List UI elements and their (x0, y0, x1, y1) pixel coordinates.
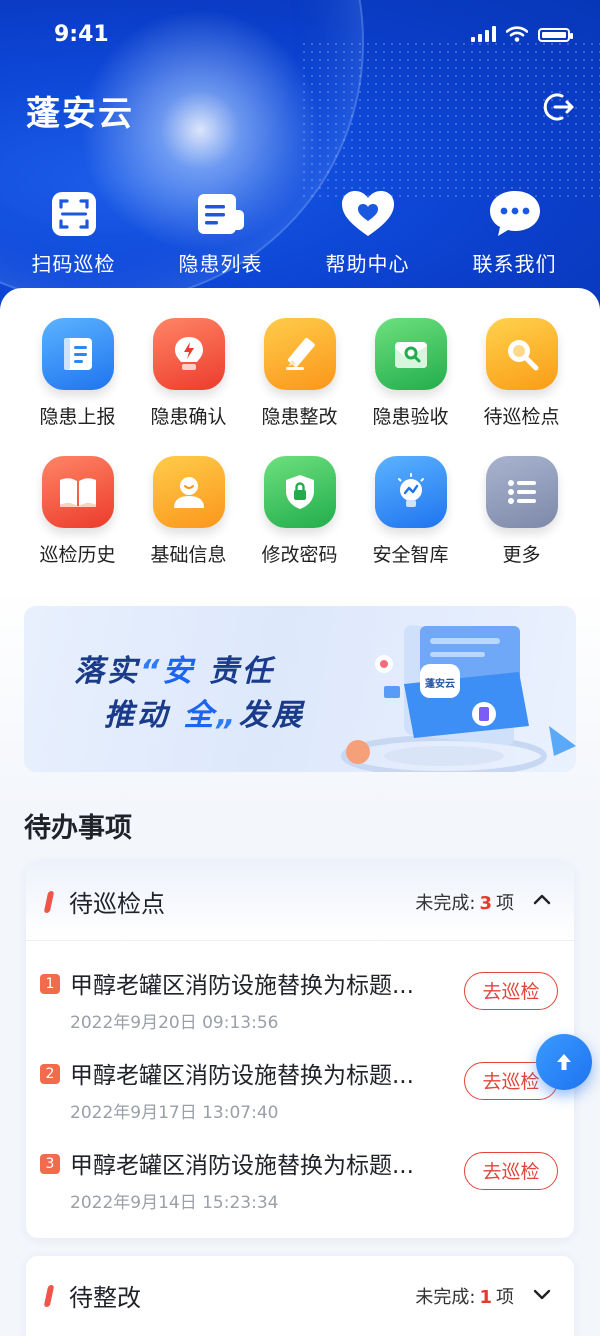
chevron-up-icon[interactable] (532, 890, 552, 910)
user-icon (152, 456, 225, 528)
grid-label: 待巡检点 (483, 406, 560, 428)
list-item[interactable]: 2 甲醇老罐区消防设施替换为标题... 2022年9月17日 13:07:40 … (26, 1044, 574, 1134)
item-time: 2022年9月14日 15:23:34 (70, 1193, 279, 1213)
pending-rectify-card: 待整改 未完成: 1 项 (26, 1256, 574, 1336)
chat-icon (489, 191, 540, 236)
item-title: 甲醇老罐区消防设施替换为标题... (70, 1153, 414, 1179)
nav-label: 联系我们 (472, 252, 557, 276)
main-panel: 隐患上报 隐患确认 隐患整改 隐患验收 待巡检点 巡检历史 基础信息 修改密码 … (0, 288, 600, 1336)
grid-label: 隐患上报 (39, 406, 116, 428)
wifi-icon (506, 26, 528, 42)
list-item[interactable]: 3 甲醇老罐区消防设施替换为标题... 2022年9月14日 15:23:34 … (26, 1134, 574, 1224)
signal-icon (471, 26, 496, 42)
chevron-down-icon[interactable] (532, 1284, 552, 1304)
more-list-icon (485, 456, 558, 528)
nav-label: 隐患列表 (178, 252, 263, 276)
banner-logo-text: 蓬安云 (425, 677, 455, 690)
nav-label: 扫码巡检 (31, 252, 116, 276)
item-title: 甲醇老罐区消防设施替换为标题... (70, 973, 414, 999)
arrow-up-icon (557, 1054, 571, 1070)
promo-banner[interactable]: 落实“安 责任 推动 全„发展 蓬安云 (24, 606, 576, 772)
list-item[interactable]: 1 甲醇老罐区消防设施替换为标题... 2022年9月20日 09:13:56 … (26, 954, 574, 1044)
item-number: 2 (40, 1064, 60, 1084)
grid-label: 安全智库 (372, 544, 449, 566)
item-time: 2022年9月20日 09:13:56 (70, 1013, 279, 1033)
go-inspect-button[interactable]: 去巡检 (464, 1152, 558, 1190)
grid-label: 巡检历史 (39, 544, 116, 566)
grid-item-basic-info[interactable]: 基础信息 (133, 456, 244, 594)
magnifier-icon (485, 318, 558, 390)
banner-line-2: 推动 全„发展 (104, 698, 305, 733)
item-number: 1 (40, 974, 60, 994)
grid-item-change-password[interactable]: 修改密码 (244, 456, 355, 594)
card-title: 待整改 (69, 1284, 141, 1312)
header-hero: 9:41 蓬安云 扫码巡检 隐患列表 帮助中心 联系我们 (0, 0, 600, 330)
report-book-icon (41, 318, 114, 390)
accent-bar (43, 1285, 55, 1307)
item-time: 2022年9月17日 13:07:40 (70, 1103, 279, 1123)
accent-bar (43, 891, 55, 913)
nav-scan-inspection[interactable]: 扫码巡检 (0, 186, 147, 277)
grid-item-safety-library[interactable]: 安全智库 (355, 456, 466, 594)
banner-illustration: 蓬安云 (341, 625, 576, 772)
item-title: 甲醇老罐区消防设施替换为标题... (70, 1063, 414, 1089)
incomplete-count: 未完成: 1 项 (415, 1287, 514, 1308)
scan-icon (51, 192, 96, 236)
grid-item-confirm[interactable]: 隐患确认 (133, 318, 244, 456)
status-bar: 9:41 (0, 0, 600, 72)
incomplete-count: 未完成: 3 项 (415, 893, 514, 914)
nav-label: 帮助中心 (325, 252, 410, 276)
grid-label: 基础信息 (150, 544, 227, 566)
battery-icon (538, 28, 573, 42)
grid-item-report[interactable]: 隐患上报 (22, 318, 133, 456)
logout-icon[interactable] (542, 90, 576, 124)
go-inspect-button[interactable]: 去巡检 (464, 972, 558, 1010)
open-book-icon (41, 456, 114, 528)
inspect-folder-icon (374, 318, 447, 390)
card-header[interactable]: 待整改 未完成: 1 项 (26, 1256, 574, 1334)
grid-item-history[interactable]: 巡检历史 (22, 456, 133, 594)
nav-hazard-list[interactable]: 隐患列表 (147, 186, 294, 277)
nav-contact-us[interactable]: 联系我们 (441, 186, 588, 277)
grid-item-more[interactable]: 更多 (466, 456, 577, 594)
top-nav: 扫码巡检 隐患列表 帮助中心 联系我们 (0, 186, 600, 277)
nav-help-center[interactable]: 帮助中心 (294, 186, 441, 277)
todo-section-title: 待办事项 (24, 813, 132, 844)
card-header[interactable]: 待巡检点 未完成: 3 项 (26, 862, 574, 941)
status-icons (471, 26, 573, 42)
bulb-icon (374, 456, 447, 528)
grid-item-acceptance[interactable]: 隐患验收 (355, 318, 466, 456)
grid-label: 隐患验收 (372, 406, 449, 428)
scroll-top-button[interactable] (536, 1034, 592, 1090)
function-grid: 隐患上报 隐患确认 隐患整改 隐患验收 待巡检点 巡检历史 基础信息 修改密码 … (22, 318, 578, 594)
pencil-icon (263, 318, 336, 390)
app-title: 蓬安云 (26, 94, 134, 134)
pending-inspection-card: 待巡检点 未完成: 3 项 1 甲醇老罐区消防设施替换为标题... 2022年9月2… (26, 862, 574, 1238)
grid-item-rectify[interactable]: 隐患整改 (244, 318, 355, 456)
status-time: 9:41 (54, 22, 109, 47)
lightning-icon (152, 318, 225, 390)
grid-item-pending-points[interactable]: 待巡检点 (466, 318, 577, 456)
grid-label: 隐患确认 (150, 406, 227, 428)
grid-label: 更多 (502, 544, 541, 566)
card-title: 待巡检点 (69, 890, 165, 918)
shield-lock-icon (263, 456, 336, 528)
grid-label: 修改密码 (261, 544, 338, 566)
banner-line-1: 落实“安 责任 (74, 654, 275, 689)
grid-label: 隐患整改 (261, 406, 338, 428)
heart-icon (341, 191, 394, 236)
item-number: 3 (40, 1154, 60, 1174)
list-icon (197, 194, 244, 234)
